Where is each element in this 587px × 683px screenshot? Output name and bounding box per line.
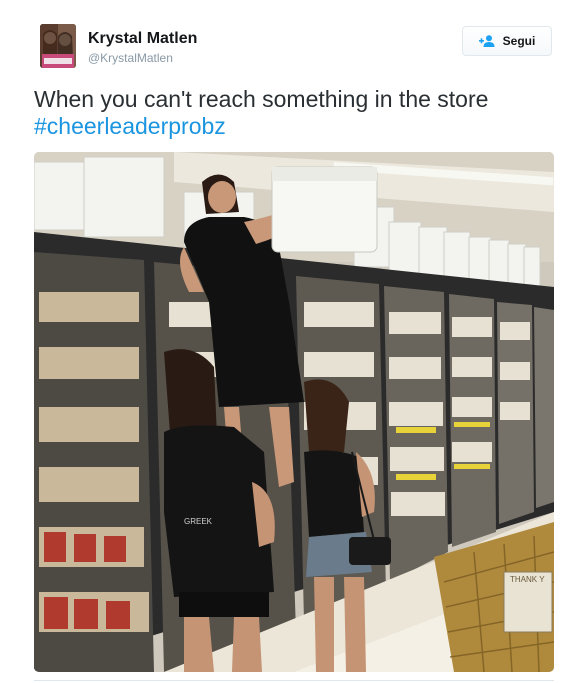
author-block: Krystal Matlen @KrystalMatlen [88, 30, 197, 66]
follow-person-icon [478, 35, 495, 47]
author-handle[interactable]: @KrystalMatlen [88, 50, 197, 66]
tweet-divider [34, 680, 554, 681]
svg-text:GREEK: GREEK [184, 517, 213, 526]
cart-sign-text: THANK Y [510, 575, 545, 584]
hashtag-link[interactable]: #cheerleaderprobz [34, 113, 554, 140]
tweet-text: When you can't reach something in the st… [34, 86, 554, 140]
author-display-name[interactable]: Krystal Matlen [88, 30, 197, 48]
tweet-body-text: When you can't reach something in the st… [34, 86, 489, 112]
tweet-card: Krystal Matlen @KrystalMatlen Segui When… [0, 0, 587, 683]
author-avatar[interactable] [40, 24, 76, 68]
tweet-photo[interactable]: THANK Y GREEK [34, 152, 554, 672]
follow-button-label: Segui [502, 34, 536, 48]
follow-button[interactable]: Segui [462, 26, 552, 56]
